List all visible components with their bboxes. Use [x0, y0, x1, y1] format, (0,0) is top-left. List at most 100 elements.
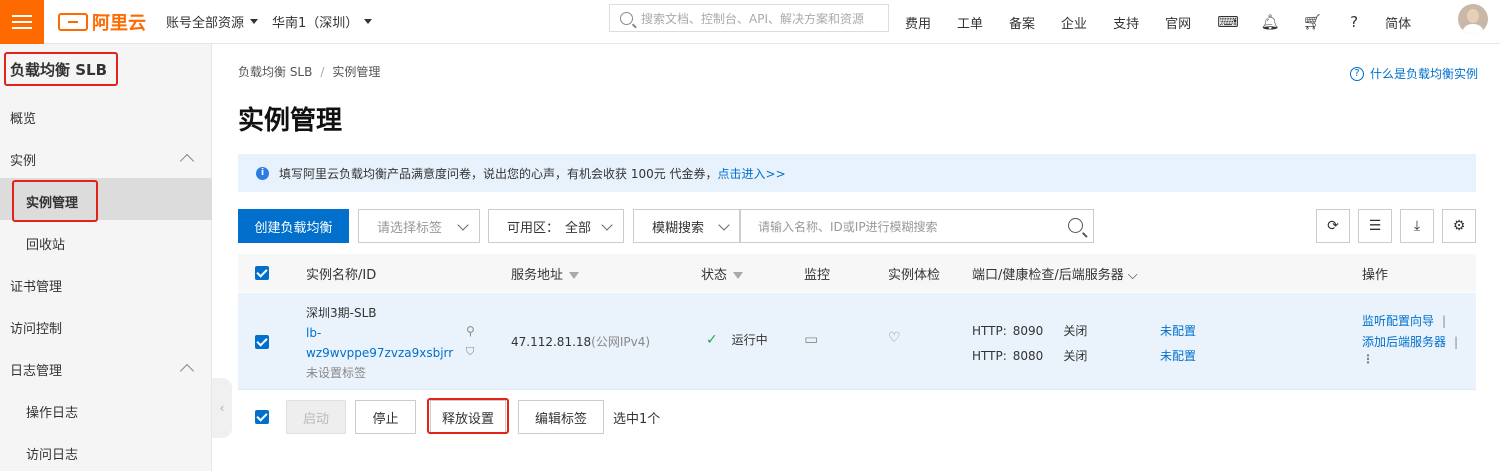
nav-tickets[interactable]: 工单 [957, 13, 983, 32]
instance-id-line1[interactable]: lb- [306, 323, 453, 343]
instance-id-line2[interactable]: wz9wvppe97zvza9xsbjrr [306, 343, 453, 363]
zone-select[interactable]: 可用区： 全部 [488, 209, 624, 243]
region-label: 华南1（深圳） [272, 16, 359, 31]
header-ports[interactable]: 端口/健康检查/后端服务器 ⌵ [972, 264, 1138, 283]
info-icon: i [256, 166, 269, 180]
main-content: 负载均衡 SLB / 实例管理 ? 什么是负载均衡实例 实例管理 i 填写阿里云负载… [238, 44, 1478, 471]
avatar[interactable] [1458, 4, 1488, 34]
chevron-up-icon[interactable] [179, 153, 195, 169]
actions-cell: 监听配置向导 | 添加后端服务器 | ⋮ [1362, 311, 1458, 365]
toolbar: 创建负载均衡 请选择标签 可用区： 全部 模糊搜索 请输入名称、ID或IP进行模糊… [238, 209, 1476, 243]
instance-search-placeholder: 请输入名称、ID或IP进行模糊搜索 [758, 219, 938, 234]
instance-search-input[interactable]: 请输入名称、ID或IP进行模糊搜索 [739, 209, 1094, 243]
sidebar-item-overview[interactable]: 概览 [10, 108, 36, 127]
listeners-cell: HTTP: 8090 关闭 HTTP: 8080 关闭 [972, 319, 1087, 369]
header-address[interactable]: 服务地址 [511, 264, 580, 283]
sidebar-item-instance-management[interactable]: 实例管理 [12, 180, 98, 222]
question-icon: ? [1349, 66, 1364, 81]
tag-select[interactable]: 请选择标签 [358, 209, 480, 243]
edit-tags-button[interactable]: 编辑标签 [518, 400, 604, 434]
breadcrumb: 负载均衡 SLB / 实例管理 [238, 65, 381, 79]
listener-1: HTTP: 8090 关闭 [972, 319, 1087, 344]
terminal-icon[interactable]: ⌨ [1217, 13, 1239, 31]
bell-icon[interactable]: 🔔︎ [1259, 13, 1281, 31]
cart-icon[interactable]: 🛒︎ [1301, 13, 1323, 31]
nav-official-site[interactable]: 官网 [1165, 13, 1191, 32]
add-backend-label: 添加后端服务器 [1362, 335, 1447, 349]
location-pin-icon[interactable]: ⚲ [466, 324, 475, 338]
nav-enterprise[interactable]: 企业 [1061, 13, 1087, 32]
notice-link[interactable]: 点击进入>> [718, 165, 786, 182]
start-button[interactable]: 启动 [286, 400, 346, 434]
stop-button[interactable]: 停止 [355, 400, 416, 434]
header-address-label: 服务地址 [511, 268, 564, 283]
nav-support[interactable]: 支持 [1113, 13, 1139, 32]
sidebar-collapse-handle[interactable]: ‹ [212, 378, 232, 438]
header-name: 实例名称/ID [306, 268, 377, 283]
header-ports-label: 端口/健康检查/后端服务器 [972, 268, 1124, 283]
zone-label: 可用区： [507, 220, 560, 236]
chevron-down-icon [601, 219, 613, 231]
breadcrumb-item-slb[interactable]: 负载均衡 SLB [238, 65, 312, 79]
heartbeat-icon[interactable]: ♡ [888, 330, 901, 346]
zone-value: 全部 [565, 220, 592, 236]
sidebar-item-certificates[interactable]: 证书管理 [10, 276, 62, 295]
global-search-input[interactable]: 搜索文档、控制台、API、解决方案和资源 [609, 4, 889, 32]
header-actions: 操作 [1362, 268, 1389, 283]
sidebar-item-operation-logs[interactable]: 操作日志 [26, 402, 78, 421]
monitor-chart-icon[interactable]: ▭ [804, 330, 818, 348]
sidebar-item-instances[interactable]: 实例 [10, 150, 36, 169]
add-backend-link[interactable]: 添加后端服务器 | [1362, 332, 1458, 353]
settings-button[interactable]: ⚙ [1442, 209, 1476, 243]
region-select[interactable]: 华南1（深圳） [272, 12, 373, 31]
instance-name: 深圳3期-SLB [306, 306, 377, 320]
nav-icp[interactable]: 备案 [1009, 13, 1035, 32]
listener-wizard-link[interactable]: 监听配置向导 | [1362, 311, 1458, 332]
account-scope-select[interactable]: 账号全部资源 [166, 12, 259, 31]
sidebar-title: 负载均衡 SLB [4, 52, 118, 86]
create-slb-button[interactable]: 创建负载均衡 [238, 209, 349, 243]
brand-logo[interactable]: 阿里云 [58, 9, 146, 35]
status-text: 运行中 [731, 333, 768, 347]
help-icon[interactable]: ? [1343, 13, 1365, 31]
listener-protocol: HTTP: [972, 349, 1007, 363]
nav-fees[interactable]: 费用 [905, 13, 931, 32]
listener-port: 8090 [1012, 324, 1044, 338]
listener-protocol: HTTP: [972, 324, 1007, 338]
more-icon[interactable]: ⋮ [1362, 353, 1458, 365]
download-button[interactable]: ⤓ [1400, 209, 1434, 243]
chevron-up-icon[interactable] [179, 363, 195, 379]
language-switch[interactable]: 简体 [1385, 13, 1411, 32]
sidebar-item-access-control[interactable]: 访问控制 [10, 318, 62, 337]
table-header: 实例名称/ID 服务地址 状态 监控 实例体检 端口/健康检查/后端服务器 ⌵ 操… [238, 254, 1476, 292]
menu-icon[interactable] [0, 0, 44, 44]
shield-icon[interactable]: ⛉ [466, 345, 474, 359]
select-all-checkbox[interactable] [255, 266, 269, 280]
bulk-select-checkbox[interactable] [255, 410, 269, 424]
search-icon[interactable] [1068, 218, 1083, 233]
brand-name: 阿里云 [92, 12, 146, 34]
listener-wizard-label: 监听配置向导 [1362, 314, 1435, 328]
breadcrumb-item-current: 实例管理 [332, 65, 381, 79]
filter-icon[interactable] [733, 272, 744, 279]
highlight-box [427, 398, 509, 434]
header-status[interactable]: 状态 [701, 264, 744, 283]
listener-2: HTTP: 8080 关闭 [972, 344, 1087, 369]
search-mode-select[interactable]: 模糊搜索 [633, 209, 741, 243]
refresh-icon: ⟳ [1327, 218, 1339, 234]
backend-link-1[interactable]: 未配置 [1160, 319, 1196, 344]
sidebar-item-access-logs[interactable]: 访问日志 [26, 444, 78, 463]
help-link-text: 什么是负载均衡实例 [1369, 67, 1478, 81]
backend-link-2[interactable]: 未配置 [1160, 344, 1196, 369]
filter-icon[interactable] [569, 272, 580, 279]
sidebar-item-logs[interactable]: 日志管理 [10, 360, 62, 379]
tag-select-placeholder: 请选择标签 [377, 220, 443, 236]
list-icon: ☰ [1368, 218, 1382, 234]
caret-down-icon [364, 19, 373, 24]
row-checkbox[interactable] [255, 335, 269, 349]
sidebar-item-recycle-bin[interactable]: 回收站 [26, 234, 65, 253]
page-title: 实例管理 [238, 106, 343, 136]
refresh-button[interactable]: ⟳ [1316, 209, 1350, 243]
help-link[interactable]: ? 什么是负载均衡实例 [1349, 65, 1478, 82]
list-settings-button[interactable]: ☰ [1358, 209, 1392, 243]
